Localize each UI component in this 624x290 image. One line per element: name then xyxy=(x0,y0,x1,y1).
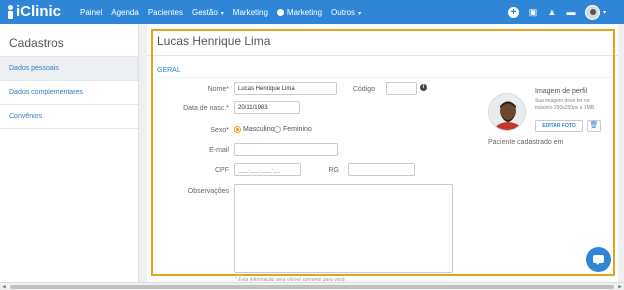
birth-date-label: Data de nasc.* xyxy=(183,105,229,112)
section-title-geral: GERAL xyxy=(157,67,181,74)
sidebar-item-convenios[interactable]: Convênios xyxy=(0,105,138,129)
profile-image-note: Sua imagem deve ter no máximo 250x250px … xyxy=(535,98,596,111)
info-icon[interactable]: i xyxy=(420,84,427,91)
top-icons: + ▣ ▲ ▬ ▾ xyxy=(507,3,606,21)
delete-photo-button[interactable]: 🗑 xyxy=(587,120,601,132)
nav-item-agenda[interactable]: Agenda xyxy=(111,8,139,17)
chevron-down-icon: ▾ xyxy=(358,10,362,17)
chat-bubble-icon xyxy=(593,255,604,265)
scroll-left-icon[interactable]: ◀ xyxy=(2,284,6,290)
registered-date-text: Paciente cadastrado em xyxy=(488,139,564,146)
rg-label: RG xyxy=(328,167,340,174)
main-nav: Painel Agenda Pacientes Gestão ▾ Marketin… xyxy=(80,0,370,24)
person-photo-icon xyxy=(489,94,525,130)
radio-unselected-icon xyxy=(274,126,281,133)
code-label: Código xyxy=(352,86,375,93)
sex-radio-feminino[interactable]: Feminino xyxy=(274,126,312,133)
logo-text: iClinic xyxy=(16,3,62,20)
patient-form-panel: Lucas Henrique Lima GERAL Nome* Lucas He… xyxy=(147,24,618,283)
marketing-icon xyxy=(276,8,284,16)
chevron-down-icon[interactable]: ▾ xyxy=(603,9,606,16)
patient-header: Lucas Henrique Lima xyxy=(147,24,618,56)
email-input[interactable] xyxy=(234,143,338,156)
sex-radio-masculino[interactable]: Masculino xyxy=(234,126,275,133)
nav-item-pacientes[interactable]: Pacientes xyxy=(148,8,183,17)
nav-outros-label: Outros xyxy=(331,7,356,17)
gift-icon[interactable]: ▣ xyxy=(528,7,538,17)
cpf-placeholder: ___.___.___-__ xyxy=(238,167,281,173)
top-navbar: iClinic Painel Agenda Pacientes Gestão ▾ … xyxy=(0,0,624,24)
sidebar-item-dados-complementares[interactable]: Dados complementares xyxy=(0,81,138,105)
nav-item-gestao[interactable]: Gestão ▾ xyxy=(192,8,224,17)
sidebar-item-dados-pessoais[interactable]: Dados pessoais xyxy=(0,57,138,81)
email-label: E-mail xyxy=(209,147,229,154)
nav-gestao-label: Gestão xyxy=(191,7,218,17)
cpf-label: CPF xyxy=(215,167,229,174)
cpf-input[interactable]: ___.___.___-__ xyxy=(234,163,301,176)
sidebar: Cadastros Dados pessoais Dados complemen… xyxy=(0,24,139,282)
sidebar-title: Cadastros xyxy=(9,36,64,50)
scrollbar-thumb[interactable] xyxy=(10,285,614,289)
profile-image-title: Imagem de perfil xyxy=(535,88,588,95)
divider xyxy=(157,77,612,78)
birth-date-input[interactable]: 20/11/1983 xyxy=(234,101,300,114)
iclinic-logo[interactable]: iClinic xyxy=(6,3,61,20)
radio-selected-icon xyxy=(234,126,241,133)
nav-marketing-2-label: Marketing xyxy=(286,7,323,17)
observations-label: Observações xyxy=(187,188,229,195)
trash-icon: 🗑 xyxy=(589,122,599,129)
nav-item-outros[interactable]: Outros ▾ xyxy=(331,8,361,17)
sex-option-feminino: Feminino xyxy=(283,126,312,133)
code-input[interactable] xyxy=(386,82,417,95)
edit-photo-button[interactable]: EDITAR FOTO xyxy=(535,120,583,132)
sex-option-masculino: Masculino xyxy=(243,126,275,133)
nav-item-marketing-2[interactable]: Marketing xyxy=(276,7,323,17)
bell-icon[interactable]: ▲ xyxy=(547,7,557,17)
chevron-down-icon: ▾ xyxy=(220,10,224,17)
name-input[interactable]: Lucas Henrique Lima xyxy=(234,82,337,95)
patient-name-title: Lucas Henrique Lima xyxy=(157,34,271,48)
rg-input[interactable] xyxy=(348,163,415,176)
add-icon[interactable]: + xyxy=(507,6,519,18)
observations-textarea[interactable] xyxy=(234,184,453,273)
chat-icon[interactable]: ▬ xyxy=(566,7,576,17)
scroll-right-icon[interactable]: ▶ xyxy=(618,284,622,290)
name-label: Nome* xyxy=(207,86,229,93)
nav-item-marketing[interactable]: Marketing xyxy=(233,8,268,17)
profile-photo xyxy=(488,93,526,131)
user-avatar[interactable] xyxy=(584,4,600,20)
nav-item-painel[interactable]: Painel xyxy=(80,8,102,17)
sex-label: Sexo* xyxy=(210,127,229,134)
horizontal-scrollbar[interactable]: ◀ ▶ xyxy=(0,282,624,290)
logo-icon xyxy=(6,4,15,19)
chat-button[interactable] xyxy=(586,247,611,272)
